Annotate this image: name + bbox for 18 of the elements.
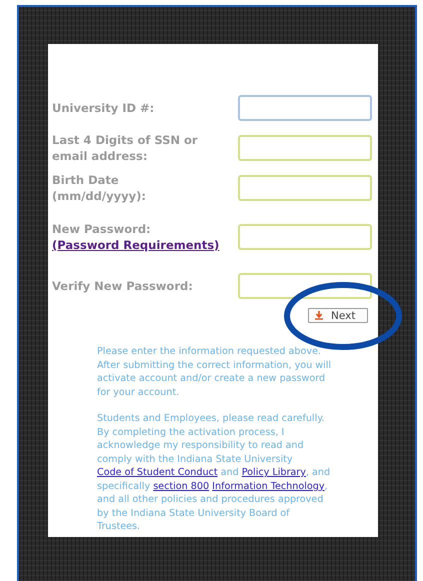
input-field[interactable] [238, 135, 372, 161]
field-label: Verify New Password: [52, 278, 193, 294]
arrow-down-icon [315, 311, 323, 320]
input-field[interactable] [238, 95, 372, 121]
input-field[interactable] [238, 175, 372, 201]
password-requirements-link[interactable]: (Password Requirements) [52, 237, 220, 253]
input-field[interactable] [238, 224, 372, 250]
policy-link[interactable]: Information Technology [212, 480, 324, 492]
policy-link[interactable]: Policy Library [242, 467, 306, 478]
field-label: New Password: [52, 221, 151, 237]
next-button[interactable]: Next [308, 308, 368, 323]
field-label: University ID #: [52, 100, 154, 116]
field-label: Last 4 Digits of SSN or email address: [52, 132, 199, 164]
field-label: Birth Date (mm/dd/yyyy): [52, 172, 147, 204]
info-paragraph: Students and Employees, please read carefully. By completing the activation process, I acknowledge my responsibility to read and comply with the Indiana State University Code of Student Conduct and Policy Library, and specifically section 800 Information Technology, and all other policies and procedures approved by the Indiana State University Board of Trustees. [97, 412, 332, 534]
info-paragraph: Please enter the information requested above. After submitting the correct information, you will activate account and/or create a new password for your account. [97, 345, 332, 399]
policy-link[interactable]: Code of Student Conduct [97, 467, 218, 478]
policy-link[interactable]: section 800 [153, 480, 210, 492]
